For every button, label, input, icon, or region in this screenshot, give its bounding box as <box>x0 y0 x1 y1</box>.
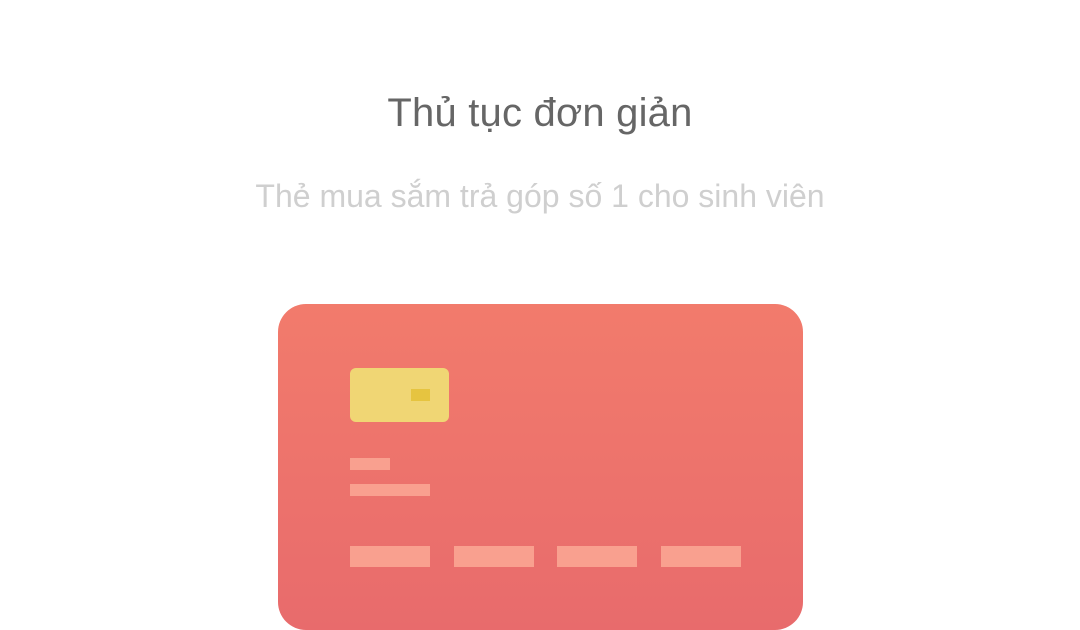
card-number-group <box>557 546 637 567</box>
card-chip-contact <box>411 389 430 401</box>
page-subtitle: Thẻ mua sắm trả góp số 1 cho sinh viên <box>255 178 825 214</box>
onboarding-screen: Thủ tục đơn giản Thẻ mua sắm trả góp số … <box>0 0 1080 630</box>
card-holder-line-long <box>350 484 430 496</box>
credit-card-icon <box>278 304 803 630</box>
card-holder-line-short <box>350 458 390 470</box>
card-number-group <box>661 546 741 567</box>
card-chip <box>350 368 449 422</box>
page-title: Thủ tục đơn giản <box>387 91 693 135</box>
card-number-group <box>350 546 430 567</box>
card-number-group <box>454 546 534 567</box>
